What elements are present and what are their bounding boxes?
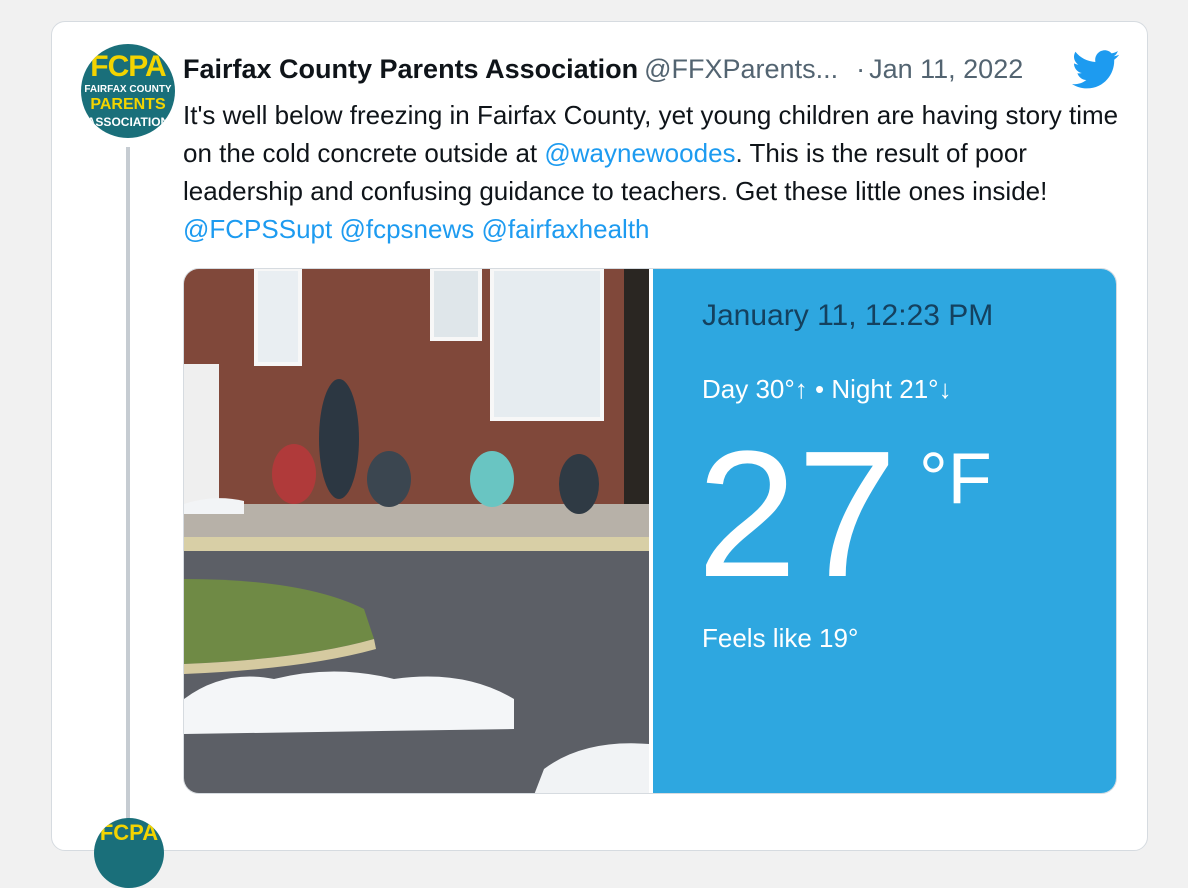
mention-link[interactable]: @fairfaxhealth	[481, 214, 649, 244]
weather-feels-like: Feels like 19°	[702, 623, 859, 653]
avatar-logo-text: FCPA	[99, 820, 159, 845]
weather-date-time: January 11, 12:23 PM	[702, 299, 994, 332]
next-tweet-avatar[interactable]: FCPA	[94, 818, 164, 888]
mention-link[interactable]: @FCPSSupt	[183, 214, 332, 244]
avatar-logo-line: FAIRFAX COUNTY	[84, 84, 172, 95]
weather-day-night: Day 30°↑ • Night 21°↓	[702, 374, 952, 404]
thread-line	[126, 147, 130, 827]
weather-temperature: 27	[697, 414, 898, 615]
tweet-text: It's well below freezing in Fairfax Coun…	[183, 96, 1123, 248]
avatar-logo-line: PARENTS	[90, 96, 166, 113]
tweet-header: Fairfax County Parents Association @FFXPa…	[183, 52, 1023, 86]
schoolyard-photo[interactable]	[184, 269, 649, 794]
mention-link[interactable]: @fcpsnews	[339, 214, 474, 244]
mention-link[interactable]: @waynewoodes	[544, 138, 735, 168]
weather-unit: °F	[919, 439, 992, 519]
author-name[interactable]: Fairfax County Parents Association	[183, 54, 638, 84]
tweet-card[interactable]: FCPA FAIRFAX COUNTY PARENTS ASSOCIATION …	[51, 21, 1148, 888]
avatar-logo-line: ASSOCIATION	[86, 115, 170, 129]
header-separator: ·	[856, 54, 866, 84]
tweet-date[interactable]: Jan 11, 2022	[869, 54, 1023, 84]
tweet-media[interactable]: January 11, 12:23 PM Day 30°↑ • Night 21…	[183, 268, 1117, 794]
weather-card: January 11, 12:23 PM Day 30°↑ • Night 21…	[653, 269, 1116, 793]
twitter-bird-icon[interactable]	[1072, 50, 1120, 90]
avatar-logo-text: FCPA	[90, 50, 166, 83]
author-avatar[interactable]: FCPA FAIRFAX COUNTY PARENTS ASSOCIATION	[81, 44, 175, 138]
author-handle[interactable]: @FFXParents...	[644, 54, 838, 84]
